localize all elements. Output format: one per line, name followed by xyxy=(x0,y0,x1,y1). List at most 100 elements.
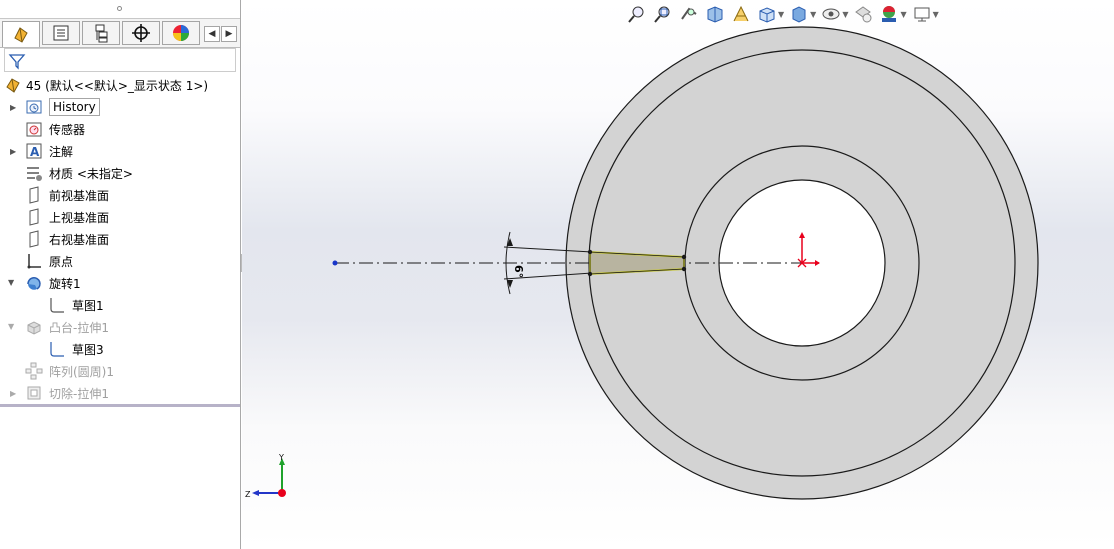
circular-pattern-icon xyxy=(25,362,43,380)
tree-item-label: 上视基准面 xyxy=(49,210,110,225)
graphics-area[interactable]: 6° Y Z ▼ ▼ ▼ ▼ ▼ xyxy=(242,0,1114,549)
filter-icon xyxy=(8,54,26,70)
edit-appearance-button[interactable] xyxy=(852,3,874,25)
chevron-right-icon: ▶ xyxy=(225,29,233,39)
tree-item-label: 注解 xyxy=(49,144,74,159)
tree-item-label: History xyxy=(49,98,100,116)
view-orientation-button[interactable] xyxy=(756,3,778,25)
section-view-button[interactable] xyxy=(704,3,726,25)
panel-header xyxy=(0,0,240,19)
feature-manager-icon xyxy=(14,26,28,43)
rollback-bar[interactable] xyxy=(0,404,240,407)
dynamic-annotation-icon xyxy=(733,5,749,22)
boss-extrude-icon xyxy=(25,318,43,336)
sketch-point[interactable] xyxy=(587,271,593,277)
tree-item-label: 前视基准面 xyxy=(49,188,110,203)
display-manager-tab[interactable] xyxy=(162,21,200,45)
tree-item-right-plane[interactable]: 右视基准面 xyxy=(0,229,109,249)
manager-tabs: ◀ ▶ xyxy=(0,19,240,48)
view-settings-icon xyxy=(914,7,930,22)
section-view-icon xyxy=(707,6,723,23)
origin-icon xyxy=(25,252,43,270)
tree-root-label: 45 (默认<<默认>_显示状态 1>) xyxy=(26,78,209,93)
tree-item-front-plane[interactable]: 前视基准面 xyxy=(0,185,109,205)
reference-triad[interactable]: Y Z xyxy=(245,453,286,499)
tree-item-origin[interactable]: 原点 xyxy=(0,251,73,271)
plane-icon xyxy=(25,230,43,248)
chevron-down-icon[interactable]: ▼ xyxy=(933,10,939,19)
display-style-icon xyxy=(792,6,806,23)
feature-tree-filter[interactable] xyxy=(4,48,236,72)
zoom-to-fit-icon xyxy=(628,6,644,23)
tree-item-label: 凸台-拉伸1 xyxy=(49,320,109,335)
expand-arrow-icon[interactable]: ▶ xyxy=(10,103,18,112)
zoom-to-fit-button[interactable] xyxy=(626,3,648,25)
chevron-down-icon[interactable]: ▼ xyxy=(900,10,906,19)
collapse-arrow-icon[interactable]: ▼ xyxy=(8,322,16,331)
tree-item-label: 材质 <未指定> xyxy=(49,166,133,181)
tree-item-label: 旋转1 xyxy=(49,276,81,291)
dimxpert-manager-tab[interactable] xyxy=(122,21,160,45)
tree-item-sketch3[interactable]: 草图3 xyxy=(0,339,104,359)
angle-dimension-text[interactable]: 6° xyxy=(512,265,525,278)
tree-item-history[interactable]: ▶ History xyxy=(0,97,100,117)
sketch-icon xyxy=(48,340,66,358)
view-settings-button[interactable] xyxy=(911,3,933,25)
tree-item-boss-extrude1[interactable]: ▼ 凸台-拉伸1 xyxy=(0,317,109,337)
display-style-button[interactable] xyxy=(788,3,810,25)
tree-item-revolve1[interactable]: ▼ 旋转1 xyxy=(0,273,81,293)
expand-arrow-icon[interactable]: ▶ xyxy=(10,389,18,398)
zoom-to-area-button[interactable] xyxy=(652,3,674,25)
zoom-to-area-icon xyxy=(654,6,670,23)
dynamic-annotation-button[interactable] xyxy=(730,3,752,25)
centerline-endpoint[interactable] xyxy=(332,260,338,266)
tabs-scroll-left-button[interactable]: ◀ xyxy=(204,26,220,42)
annotation-icon: A xyxy=(25,142,43,160)
tree-item-label: 切除-拉伸1 xyxy=(49,386,109,401)
svg-text:A: A xyxy=(30,145,40,159)
tree-item-label: 右视基准面 xyxy=(49,232,110,247)
apply-scene-icon xyxy=(882,6,897,22)
sketch-profile[interactable] xyxy=(589,250,685,276)
feature-manager-panel: ◀ ▶ 45 (默认<<默认>_显示状态 1>) ▶ History 传感器 ▶… xyxy=(0,0,241,549)
tree-item-top-plane[interactable]: 上视基准面 xyxy=(0,207,109,227)
view-orientation-icon xyxy=(759,7,775,23)
chevron-down-icon[interactable]: ▼ xyxy=(810,10,816,19)
feature-manager-tab[interactable] xyxy=(2,21,40,47)
tree-item-circular-pattern1[interactable]: 阵列(圆周)1 xyxy=(0,361,114,381)
tree-item-label: 草图1 xyxy=(72,298,104,313)
previous-view-icon xyxy=(681,7,697,20)
tree-item-sensors[interactable]: 传感器 xyxy=(0,119,85,139)
heads-up-view-toolbar: ▼ ▼ ▼ ▼ ▼ xyxy=(626,2,943,26)
tree-item-label: 草图3 xyxy=(72,342,104,357)
expand-arrow-icon[interactable]: ▶ xyxy=(10,147,18,156)
tree-item-cut-extrude1[interactable]: ▶ 切除-拉伸1 xyxy=(0,383,109,403)
chevron-down-icon[interactable]: ▼ xyxy=(778,10,784,19)
tree-item-label: 原点 xyxy=(49,254,74,269)
panel-grip-icon[interactable] xyxy=(117,6,122,11)
plane-icon xyxy=(25,208,43,226)
sketch-point[interactable] xyxy=(681,254,687,260)
tree-item-material[interactable]: 材质 <未指定> xyxy=(0,163,133,183)
sketch-point[interactable] xyxy=(681,266,687,272)
configuration-manager-tab[interactable] xyxy=(82,21,120,45)
history-icon xyxy=(25,98,43,116)
chevron-down-icon[interactable]: ▼ xyxy=(842,10,848,19)
property-manager-tab[interactable] xyxy=(42,21,80,45)
tree-item-sketch1[interactable]: 草图1 xyxy=(0,295,104,315)
display-manager-icon xyxy=(173,25,189,41)
hide-show-items-icon xyxy=(822,8,840,20)
configuration-manager-icon xyxy=(95,24,108,43)
collapse-arrow-icon[interactable]: ▼ xyxy=(8,278,16,287)
previous-view-button[interactable] xyxy=(678,3,700,25)
apply-scene-button[interactable] xyxy=(878,3,900,25)
hide-show-items-button[interactable] xyxy=(820,3,842,25)
plane-icon xyxy=(25,186,43,204)
sensor-icon xyxy=(25,120,43,138)
tree-root-part[interactable]: 45 (默认<<默认>_显示状态 1>) xyxy=(4,75,208,95)
tree-item-annotations[interactable]: ▶ A 注解 xyxy=(0,141,73,161)
model-view: 6° Y Z xyxy=(245,26,1039,500)
chevron-left-icon: ◀ xyxy=(208,29,216,39)
sketch-point[interactable] xyxy=(587,249,593,255)
tabs-scroll-right-button[interactable]: ▶ xyxy=(221,26,237,42)
